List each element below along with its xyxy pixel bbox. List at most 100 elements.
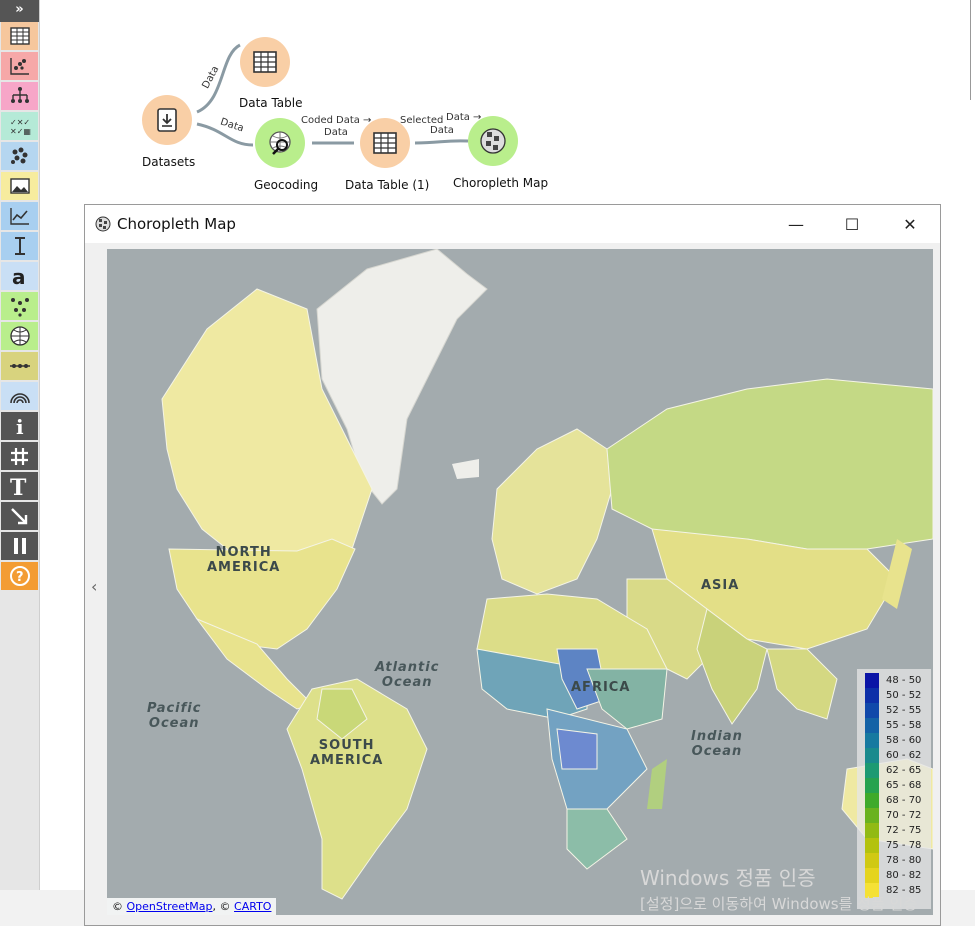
legend-label: 70 - 72 [886,810,922,821]
toolbox-button-table[interactable] [1,22,38,50]
legend-swatch [865,808,879,823]
toolbox-button-grid[interactable] [1,442,38,470]
legend-row: 48 - 50 [865,673,931,688]
link-label: Data [324,127,348,138]
pause-icon [13,538,26,554]
arrow-annotation-icon [10,508,27,525]
svg-text:i: i [16,415,24,437]
toolbox-button-letter-a[interactable]: a [1,262,38,290]
collapse-panel-chevron-icon[interactable]: ‹ [91,577,97,596]
toolbox-button-tree[interactable] [1,82,38,110]
attribution-separator: , © [212,900,231,913]
canvas-scroll-edge [970,0,975,100]
toolbox-button-pause[interactable] [1,532,38,560]
map-attribution: © OpenStreetMap, © CARTO [107,898,277,915]
legend-swatch [865,733,879,748]
text-annotation-icon: T [10,475,27,497]
legend-label: 50 - 52 [886,690,922,701]
toolbox-button-line-chart[interactable] [1,202,38,230]
table-icon [9,27,30,45]
info-icon: i [16,415,24,437]
scatter-icon [9,58,29,75]
legend-swatch [865,868,879,883]
legend-label: 62 - 65 [886,765,922,776]
legend-label: 65 - 68 [886,780,922,791]
continent-label: ASIA [701,578,740,593]
geocoding-node[interactable] [255,118,305,168]
legend-row: 70 - 72 [865,808,931,823]
minimize-button[interactable]: — [767,205,825,243]
widget-toolbox: » ✓✕✓ ✕✓▦ a i T? [0,0,40,890]
toolbox-button-cluster[interactable] [1,142,38,170]
tree-icon [10,87,29,103]
openstreetmap-link[interactable]: OpenStreetMap [127,900,213,913]
line-chart-icon [9,208,29,225]
choropleth-icon [480,128,506,154]
geocoding-icon [269,131,291,155]
geocoding-label: Geocoding [254,178,319,192]
world-map-shapes [161,249,933,900]
continent-label: SOUTH AMERICA [310,738,384,768]
close-button[interactable]: ✕ [881,205,939,243]
svg-text:✓✕✓: ✓✕✓ [10,118,30,127]
legend-swatch [865,838,879,853]
table-icon [253,51,277,73]
legend-label: 55 - 58 [886,720,922,731]
grid-icon [10,448,28,465]
toolbox-button-info[interactable]: i [1,412,38,440]
legend-row: 62 - 65 [865,763,931,778]
choropleth-icon [95,216,111,232]
toolbox-button-globe[interactable] [1,322,38,350]
legend-row: 65 - 68 [865,778,931,793]
legend-label: 52 - 55 [886,705,922,716]
window-title: Choropleth Map [117,215,236,233]
workflow-canvas[interactable]: Datasets Data Table Geocoding Data Table… [40,0,975,205]
toolbox-button-text-annotation[interactable]: T [1,472,38,500]
svg-text:?: ? [16,570,24,585]
image-icon [9,178,30,194]
datasets-node[interactable] [142,95,192,145]
toolbox-button-confusion-matrix[interactable]: ✓✕✓ ✕✓▦ [1,112,38,140]
window-titlebar[interactable]: Choropleth Map — ☐ ✕ [85,205,940,243]
carto-link[interactable]: CARTO [234,900,271,913]
network-icon [10,298,29,317]
legend-row: 75 - 78 [865,838,931,853]
toolbox-button-text-cursor[interactable] [1,232,38,260]
cluster-icon [10,147,27,164]
legend-label: 60 - 62 [886,750,922,761]
legend-label: 72 - 75 [886,825,922,836]
legend-label: 48 - 50 [886,675,922,686]
legend-row: 55 - 58 [865,718,931,733]
arc-icon [9,393,30,404]
toolbox-button-scatter[interactable] [1,52,38,80]
data-table-node[interactable] [240,37,290,87]
toolbox-button-image[interactable] [1,172,38,200]
legend-swatch [865,688,879,703]
expand-toolbox-button[interactable]: » [0,0,39,22]
legend-swatch [865,718,879,733]
globe-icon [9,326,30,346]
maximize-button[interactable]: ☐ [823,205,881,243]
legend-row: 60 - 62 [865,748,931,763]
toolbox-button-arrow-annotation[interactable] [1,502,38,530]
legend-row: 72 - 75 [865,823,931,838]
link-label: Data [430,125,454,136]
toolbox-button-network[interactable] [1,292,38,320]
toolbox-button-timeline[interactable] [1,352,38,380]
choropleth-map[interactable]: NORTH AMERICA SOUTH AMERICA AFRICA ASIA At… [107,249,933,915]
data-table-1-label: Data Table (1) [345,178,430,192]
ocean-label: Pacific Ocean [147,701,202,731]
link-label: Data → [336,115,372,126]
help-icon: ? [9,566,30,586]
choropleth-node[interactable] [468,116,518,166]
toolbox-button-arc[interactable] [1,382,38,410]
choropleth-label: Choropleth Map [453,176,549,190]
toolbox-button-help[interactable]: ? [1,562,38,590]
svg-text:✕✓▦: ✕✓▦ [10,127,31,136]
continent-label: NORTH AMERICA [207,545,281,575]
confusion-matrix-icon: ✓✕✓✕✓▦ [10,118,31,136]
map-legend: 48 - 50 50 - 52 52 - 55 55 - 58 58 - 60 60 - … [857,669,931,909]
text-cursor-icon [14,237,25,255]
legend-swatch [865,673,879,688]
legend-row: 58 - 60 [865,733,931,748]
